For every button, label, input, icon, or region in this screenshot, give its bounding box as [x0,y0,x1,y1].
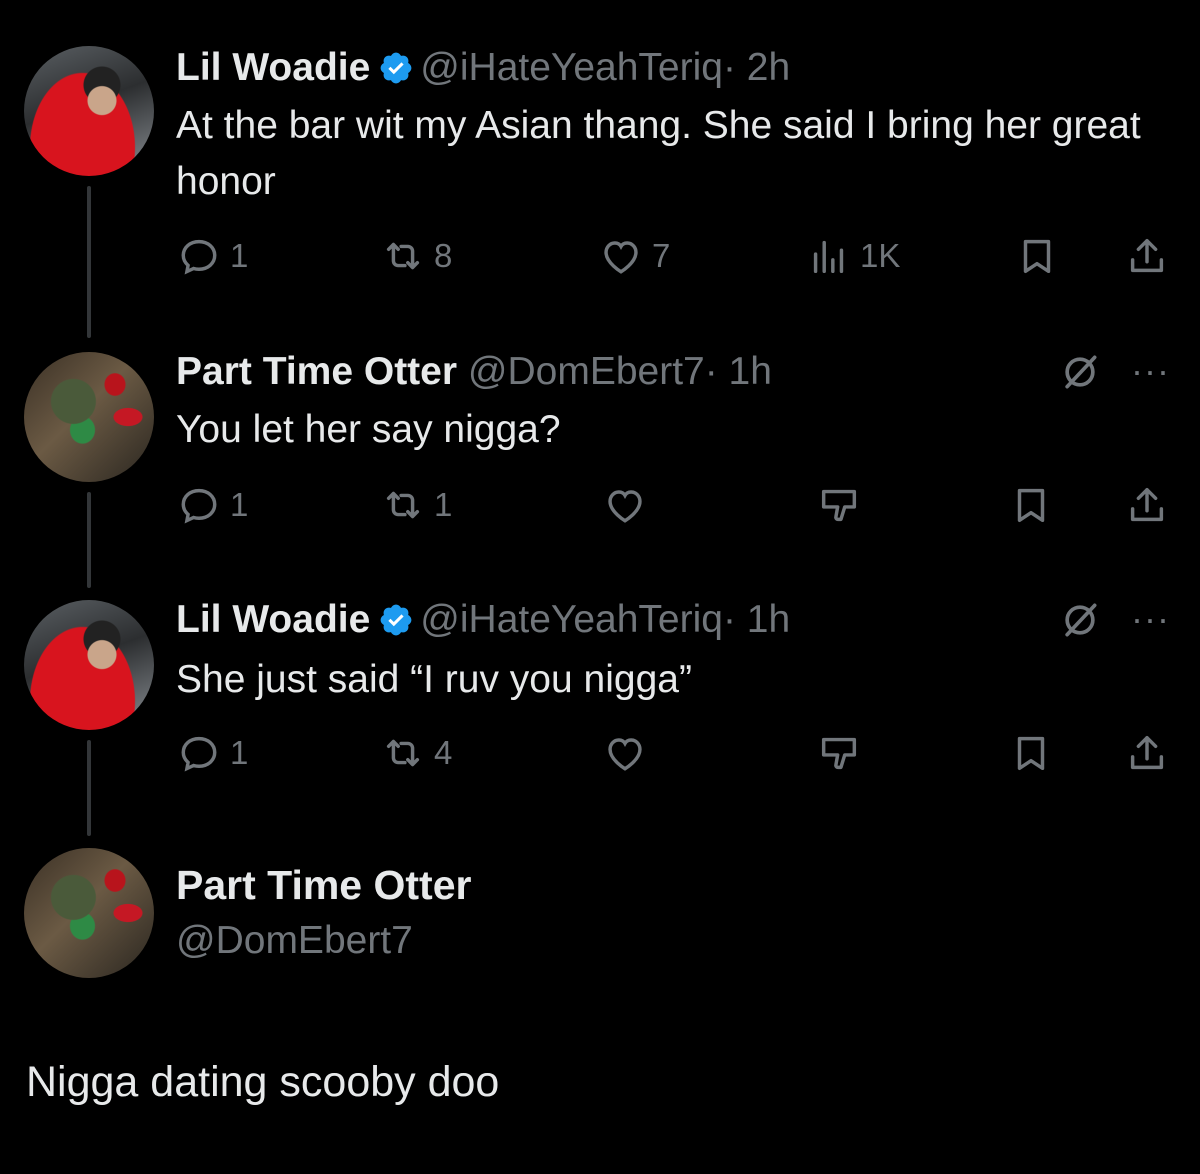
bookmark-button[interactable] [1014,233,1060,279]
author-name[interactable]: Lil Woadie [176,598,370,641]
bookmark-button[interactable] [1008,730,1054,776]
timestamp[interactable]: · 1h [705,350,772,393]
dislike-icon [821,737,857,770]
views-icon [813,240,844,274]
dislike-icon [821,489,857,522]
bookmark-icon [1017,488,1045,523]
reply-button[interactable]: 1 [176,233,248,279]
retweet-count: 1 [434,486,453,523]
like-button[interactable]: 7 [598,233,670,279]
more-icon[interactable]: ··· [1131,350,1170,392]
like-icon [608,490,642,523]
avatar-part-time-otter[interactable] [24,848,154,978]
retweet-count: 8 [434,237,453,274]
tweet-header: Lil Woadie @iHateYeahTeriq· 1h [176,596,790,644]
share-button[interactable] [1124,233,1170,279]
avatar-lil-woadie[interactable] [24,46,154,176]
reply-icon [181,239,217,275]
thread-line [87,740,91,836]
avatar-part-time-otter[interactable] [24,352,154,482]
views-button[interactable]: 1K [806,233,900,279]
bookmark-icon [1017,736,1045,771]
timestamp[interactable]: · 1h [723,598,790,641]
more-icon[interactable]: ··· [1131,598,1170,640]
retweet-icon [386,491,420,519]
tweet-text: She just said “I ruv you nigga” [176,658,692,701]
share-icon [1130,735,1164,770]
thread-line [87,186,91,338]
like-icon [608,738,642,771]
retweet-button[interactable]: 1 [380,482,452,528]
reply-count: 1 [230,734,249,771]
like-icon [604,241,638,274]
verified-badge-icon [380,604,412,636]
author-handle[interactable]: @iHateYeahTeriq [420,598,723,641]
retweet-button[interactable]: 8 [380,233,452,279]
like-button[interactable] [602,482,648,528]
reply-text[interactable]: Nigga dating scooby doo [26,1052,499,1112]
reply-icon [181,736,217,772]
author-handle[interactable]: @iHateYeahTeriq [420,46,723,89]
reply-button[interactable]: 1 [176,730,248,776]
grok-icon[interactable] [1058,350,1102,394]
retweet-icon [386,739,420,767]
tweet-header: Lil Woadie @iHateYeahTeriq· 2h [176,44,790,92]
author-handle[interactable]: @DomEbert7 [468,350,705,393]
dislike-button[interactable] [816,482,862,528]
reply-count: 1 [230,237,249,274]
retweet-button[interactable]: 4 [380,730,452,776]
grok-icon[interactable] [1058,598,1102,642]
share-icon [1130,238,1164,273]
avatar-lil-woadie[interactable] [24,600,154,730]
reply-icon [181,488,217,524]
retweet-count: 4 [434,734,453,771]
bookmark-button[interactable] [1008,482,1054,528]
reply-button[interactable]: 1 [176,482,248,528]
author-name[interactable]: Part Time Otter [176,860,471,910]
tweet-text: At the bar wit my Asian thang. She said … [176,104,1141,203]
dislike-button[interactable] [816,730,862,776]
reply-count: 1 [230,486,249,523]
thread-line [87,492,91,588]
tweet-text: You let her say nigga? [176,408,561,451]
share-button[interactable] [1124,730,1170,776]
views-count: 1K [860,237,901,274]
author-handle[interactable]: @DomEbert7 [176,916,413,966]
verified-badge-icon [380,52,412,84]
timestamp[interactable]: · 2h [723,46,790,89]
bookmark-icon [1023,239,1051,274]
share-button[interactable] [1124,482,1170,528]
like-count: 7 [652,237,671,274]
author-name[interactable]: Lil Woadie [176,46,370,89]
like-button[interactable] [602,730,648,776]
share-icon [1130,487,1164,522]
tweet-header: Part Time Otter @DomEbert7· 1h [176,348,772,396]
retweet-icon [386,242,420,270]
author-name[interactable]: Part Time Otter [176,350,457,393]
